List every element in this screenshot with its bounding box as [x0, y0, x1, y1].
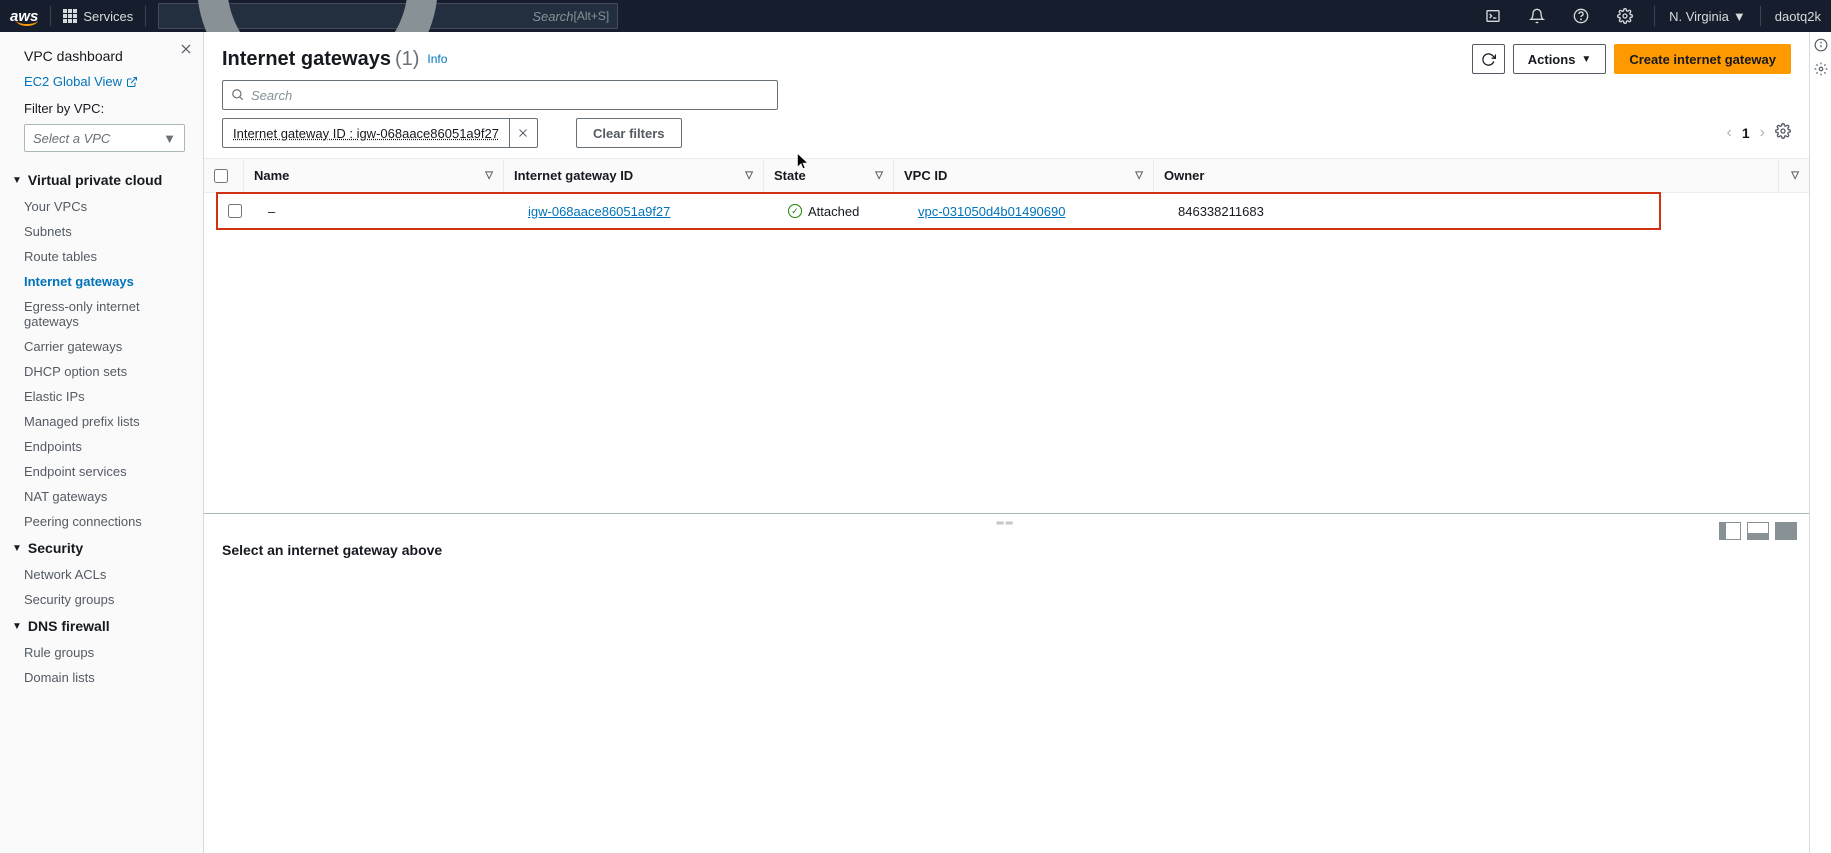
right-rail: [1809, 32, 1831, 853]
refresh-icon: [1481, 52, 1496, 67]
pane-layout-full[interactable]: [1775, 522, 1797, 540]
search-shortcut: [Alt+S]: [574, 9, 610, 23]
external-link-icon: [126, 76, 138, 88]
cell-vpc-id-link[interactable]: vpc-031050d4b01490690: [918, 204, 1065, 219]
table-settings[interactable]: [1775, 123, 1791, 144]
col-name[interactable]: Name▽: [244, 159, 504, 192]
sidebar-item-route-tables[interactable]: Route tables: [0, 244, 203, 269]
settings-icon[interactable]: [1610, 1, 1640, 31]
global-search[interactable]: Search [Alt+S]: [158, 3, 618, 29]
sidebar: VPC dashboard EC2 Global View Filter by …: [0, 32, 204, 853]
sidebar-item-dhcp-option-sets[interactable]: DHCP option sets: [0, 359, 203, 384]
pane-layout-side[interactable]: [1719, 522, 1741, 540]
col-igw-id[interactable]: Internet gateway ID▽: [504, 159, 764, 192]
sidebar-item-security-groups[interactable]: Security groups: [0, 587, 203, 612]
gear-icon[interactable]: [1814, 62, 1828, 76]
section-security[interactable]: ▼Security: [0, 534, 203, 562]
actions-button[interactable]: Actions▼: [1513, 44, 1607, 74]
details-empty-text: Select an internet gateway above: [222, 542, 1791, 558]
top-nav: aws Services Search [Alt+S] N. Virginia▼…: [0, 0, 1831, 32]
services-menu[interactable]: Services: [63, 9, 133, 24]
search-icon: [231, 88, 245, 102]
sidebar-item-elastic-ips[interactable]: Elastic IPs: [0, 384, 203, 409]
filter-chip-text[interactable]: Internet gateway ID : igw-068aace86051a9…: [223, 126, 509, 141]
sidebar-item-endpoint-services[interactable]: Endpoint services: [0, 459, 203, 484]
table-search[interactable]: Search: [222, 80, 778, 110]
region-selector[interactable]: N. Virginia▼: [1669, 9, 1746, 24]
sidebar-item-subnets[interactable]: Subnets: [0, 219, 203, 244]
col-owner[interactable]: Owner: [1154, 159, 1779, 192]
section-dns-firewall[interactable]: ▼DNS firewall: [0, 612, 203, 640]
check-circle-icon: ✓: [788, 204, 802, 218]
ec2-global-view-link[interactable]: EC2 Global View: [0, 70, 203, 93]
igw-table: Name▽ Internet gateway ID▽ State▽ VPC ID…: [204, 158, 1809, 230]
details-pane: ══ Select an internet gateway above: [204, 513, 1809, 853]
cell-igw-id-link[interactable]: igw-068aace86051a9f27: [528, 204, 670, 219]
info-icon[interactable]: [1814, 38, 1828, 52]
sidebar-item-peering-connections[interactable]: Peering connections: [0, 509, 203, 534]
sidebar-item-carrier-gateways[interactable]: Carrier gateways: [0, 334, 203, 359]
user-menu[interactable]: daotq2k: [1775, 9, 1821, 24]
sidebar-item-your-vpcs[interactable]: Your VPCs: [0, 194, 203, 219]
page-title: Internet gateways: [222, 48, 391, 71]
vpc-filter-select[interactable]: Select a VPC▼: [24, 124, 185, 152]
sidebar-item-nat-gateways[interactable]: NAT gateways: [0, 484, 203, 509]
cell-state: ✓Attached: [788, 204, 859, 219]
notifications-icon[interactable]: [1522, 1, 1552, 31]
sidebar-item-domain-lists[interactable]: Domain lists: [0, 665, 203, 690]
page-number: 1: [1742, 125, 1750, 141]
sidebar-close[interactable]: [179, 42, 193, 61]
sidebar-item-egress-only-igw[interactable]: Egress-only internet gateways: [0, 294, 203, 334]
sidebar-dashboard-link[interactable]: VPC dashboard: [0, 42, 203, 70]
sidebar-item-network-acls[interactable]: Network ACLs: [0, 562, 203, 587]
table-row[interactable]: – igw-068aace86051a9f27 ✓Attached vpc-03…: [218, 194, 1659, 228]
cell-owner: 846338211683: [1168, 194, 1629, 228]
pane-layout-bottom[interactable]: [1747, 522, 1769, 540]
sidebar-item-managed-prefix-lists[interactable]: Managed prefix lists: [0, 409, 203, 434]
create-internet-gateway-button[interactable]: Create internet gateway: [1614, 44, 1791, 74]
sidebar-item-internet-gateways[interactable]: Internet gateways: [0, 269, 203, 294]
clear-filters-button[interactable]: Clear filters: [576, 118, 682, 148]
page-count: (1): [395, 48, 419, 71]
filter-chip: Internet gateway ID : igw-068aace86051a9…: [222, 118, 538, 148]
select-all-checkbox[interactable]: [214, 169, 228, 183]
main-content: Internet gateways (1) Info Actions▼ Crea…: [204, 32, 1809, 853]
table-header: Name▽ Internet gateway ID▽ State▽ VPC ID…: [204, 159, 1809, 193]
sidebar-item-endpoints[interactable]: Endpoints: [0, 434, 203, 459]
aws-logo[interactable]: aws: [10, 8, 38, 25]
help-icon[interactable]: [1566, 1, 1596, 31]
next-page[interactable]: ›: [1760, 124, 1765, 142]
col-state[interactable]: State▽: [764, 159, 894, 192]
col-settings[interactable]: ▽: [1779, 159, 1809, 192]
col-vpc-id[interactable]: VPC ID▽: [894, 159, 1154, 192]
section-vpc[interactable]: ▼Virtual private cloud: [0, 166, 203, 194]
resize-handle[interactable]: ══: [997, 518, 1017, 526]
prev-page[interactable]: ‹: [1727, 124, 1732, 142]
filter-chip-remove[interactable]: [509, 119, 537, 147]
highlighted-row-frame: – igw-068aace86051a9f27 ✓Attached vpc-03…: [216, 192, 1661, 230]
cloudshell-icon[interactable]: [1478, 1, 1508, 31]
filter-by-vpc-label: Filter by VPC:: [0, 93, 203, 120]
info-link[interactable]: Info: [427, 52, 447, 66]
cell-name: –: [258, 194, 518, 228]
grid-icon: [63, 9, 77, 23]
row-checkbox[interactable]: [228, 204, 242, 218]
refresh-button[interactable]: [1472, 44, 1505, 74]
sidebar-item-rule-groups[interactable]: Rule groups: [0, 640, 203, 665]
